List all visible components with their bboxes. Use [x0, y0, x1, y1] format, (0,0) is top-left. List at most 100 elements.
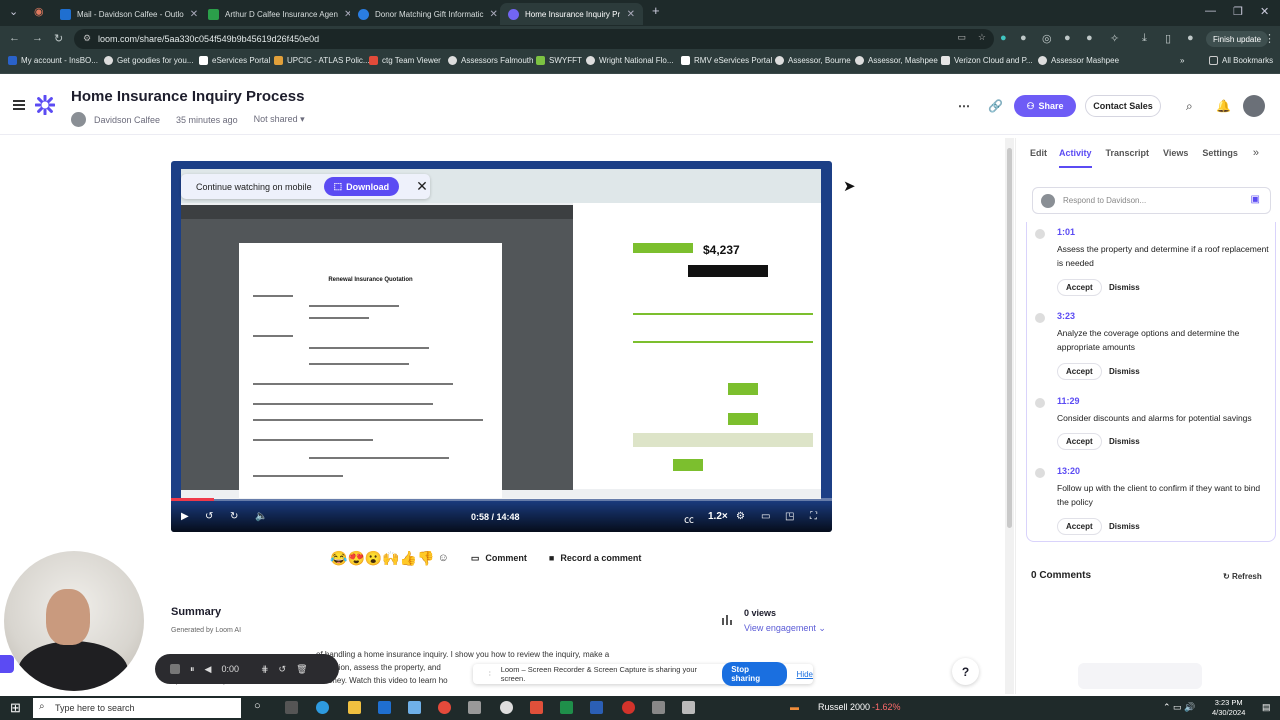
loom-logo-icon[interactable] [35, 95, 55, 115]
theater-mode-icon[interactable]: ▭ [761, 511, 770, 522]
main-scrollbar[interactable] [1005, 138, 1014, 694]
settings-gear-icon[interactable]: ⚙ [736, 511, 745, 522]
edge-icon[interactable] [316, 701, 329, 714]
author-name[interactable]: Davidson Calfee [94, 115, 160, 125]
windows-start-icon[interactable]: ⊞ [10, 700, 21, 716]
pause-icon[interactable]: ⏸ [190, 664, 195, 675]
all-bookmarks-folder[interactable]: All Bookmarks [1209, 56, 1273, 65]
record-video-reply-icon[interactable]: ▣ [1251, 194, 1260, 205]
app-icon[interactable] [530, 701, 543, 714]
task-checkbox[interactable] [1035, 229, 1045, 239]
refresh-button[interactable]: ↻ Refresh [1223, 572, 1262, 581]
task-view-icon[interactable] [285, 701, 298, 714]
forward-skip-icon[interactable]: ↻ [230, 511, 238, 522]
notifications-bell-icon[interactable]: 🔔 [1216, 99, 1231, 113]
address-bar[interactable]: ⚙ loom.com/share/5aa330c054f549b9b45619d… [74, 29, 994, 49]
accept-button[interactable]: Accept [1057, 518, 1102, 535]
app-icon[interactable] [408, 701, 421, 714]
extensions-icon[interactable]: ✧ [1110, 32, 1119, 45]
bookmark-item[interactable]: eServices Portal [199, 56, 270, 65]
task-timestamp[interactable]: 11:29 [1057, 396, 1080, 406]
tab-loom[interactable]: Home Insurance Inquiry Pr ✕ [500, 3, 643, 25]
task-timestamp[interactable]: 13:20 [1057, 466, 1080, 476]
tab-activity[interactable]: Activity [1059, 138, 1092, 168]
comment-button[interactable]: ▭ Comment [471, 553, 527, 564]
copy-link-icon[interactable]: 🔗 [988, 99, 1003, 113]
close-icon[interactable]: ✕ [416, 178, 428, 195]
loom-side-tab[interactable] [0, 655, 14, 673]
fullscreen-icon[interactable]: ⛶ [810, 511, 817, 522]
captions-icon[interactable]: ㏄ [684, 511, 694, 526]
system-tray-icons[interactable]: ⌃ ▭ 🔊 [1163, 702, 1195, 713]
add-reaction-icon[interactable]: ☺ [438, 552, 449, 564]
drag-handle-icon[interactable]: ⦙ [489, 669, 491, 679]
excel-icon[interactable] [560, 701, 573, 714]
bookmark-item[interactable]: Verizon Cloud and P... [941, 56, 1033, 65]
cast-icon[interactable]: ▭ [957, 32, 966, 43]
bookmark-item[interactable]: SWYFFT [536, 56, 582, 65]
tab-outlook[interactable]: Mail - Davidson Calfee - Outlo ✕ [52, 3, 200, 25]
reload-icon[interactable]: ↻ [54, 32, 63, 45]
stop-recording-icon[interactable] [170, 664, 180, 674]
emoji-raised-hands[interactable]: 🙌 [382, 550, 399, 567]
app-icon[interactable] [652, 701, 665, 714]
dismiss-button[interactable]: Dismiss [1109, 433, 1140, 450]
stop-sharing-button[interactable]: Stop sharing [722, 662, 787, 686]
close-tab-icon[interactable]: ✕ [489, 9, 497, 20]
bookmark-item[interactable]: RMV eServices Portal [681, 56, 772, 65]
app-icon[interactable] [468, 701, 481, 714]
file-explorer-icon[interactable] [348, 701, 361, 714]
close-tab-icon[interactable]: ✕ [627, 9, 635, 20]
bookmark-star-icon[interactable]: ☆ [978, 32, 986, 43]
collapse-panel-icon[interactable]: » [1253, 147, 1259, 159]
dismiss-button[interactable]: Dismiss [1109, 518, 1140, 535]
bookmark-item[interactable]: Assessor, Bourne [775, 56, 851, 65]
grid-icon[interactable]: ⋕ [261, 664, 269, 675]
emoji-heart-eyes[interactable]: 😍 [347, 550, 364, 567]
site-info-icon[interactable]: ⚙ [83, 33, 91, 44]
accept-button[interactable]: Accept [1057, 279, 1102, 296]
webcam-bubble[interactable] [4, 551, 144, 691]
taskbar-clock[interactable]: 3:23 PM 4/30/2024 [1212, 698, 1245, 718]
extension-icon[interactable]: ● [1020, 32, 1027, 44]
emoji-laugh[interactable]: 😂 [330, 550, 347, 567]
tab-donor-matching[interactable]: Donor Matching Gift Informatic ✕ [350, 3, 500, 25]
playback-speed[interactable]: 1.2× [708, 511, 728, 522]
task-timestamp[interactable]: 1:01 [1057, 227, 1075, 237]
dismiss-button[interactable]: Dismiss [1109, 279, 1140, 296]
more-bookmarks-icon[interactable]: » [1180, 56, 1184, 65]
view-engagement-link[interactable]: View engagement ⌄ [744, 623, 826, 634]
tab-views[interactable]: Views [1163, 138, 1188, 168]
minimize-icon[interactable]: — [1205, 5, 1216, 17]
back-icon[interactable]: ← [9, 32, 20, 44]
pinned-tab-icon[interactable]: ◉ [34, 5, 44, 18]
picture-in-picture-icon[interactable]: ◳ [785, 511, 794, 522]
app-icon[interactable] [622, 701, 635, 714]
chrome-icon[interactable] [438, 701, 451, 714]
close-tab-icon[interactable]: ✕ [190, 9, 198, 20]
task-checkbox[interactable] [1035, 313, 1045, 323]
tab-settings[interactable]: Settings [1202, 138, 1238, 168]
video-player[interactable]: Renewal Insurance Quotation $4,237 ▶ ↺ ↻… [171, 161, 832, 532]
tab-calfee-agency[interactable]: Arthur D Calfee Insurance Agen ✕ [200, 3, 350, 25]
sharing-status-dropdown[interactable]: Not shared ▾ [254, 114, 305, 125]
tab-edit[interactable]: Edit [1030, 138, 1047, 168]
user-avatar[interactable] [1243, 95, 1265, 117]
rewind-icon[interactable]: ↺ [205, 511, 213, 522]
forward-icon[interactable]: → [32, 32, 43, 44]
more-options-icon[interactable]: ⋯ [958, 99, 970, 113]
video-progress-bar[interactable] [171, 498, 832, 501]
extension-icon[interactable]: ◎ [1042, 32, 1052, 45]
notification-center-icon[interactable]: ▤ [1262, 702, 1271, 713]
task-timestamp[interactable]: 3:23 [1057, 311, 1075, 321]
taskbar-search-input[interactable]: ⌕ Type here to search [33, 698, 241, 718]
search-icon[interactable]: ⌕ [1186, 99, 1193, 114]
bookmark-item[interactable]: ctg Team Viewer [369, 56, 441, 65]
close-window-icon[interactable]: ✕ [1260, 5, 1269, 18]
emoji-thumbs-up[interactable]: 👍 [400, 550, 417, 567]
emoji-surprised[interactable]: 😮 [365, 550, 382, 567]
undo-icon[interactable]: ↺ [279, 664, 287, 675]
emoji-thumbs-down[interactable]: 👎 [417, 550, 434, 567]
ticker-name[interactable]: Russell 2000 [818, 702, 870, 712]
download-icon[interactable]: ⤓ [1142, 32, 1147, 45]
